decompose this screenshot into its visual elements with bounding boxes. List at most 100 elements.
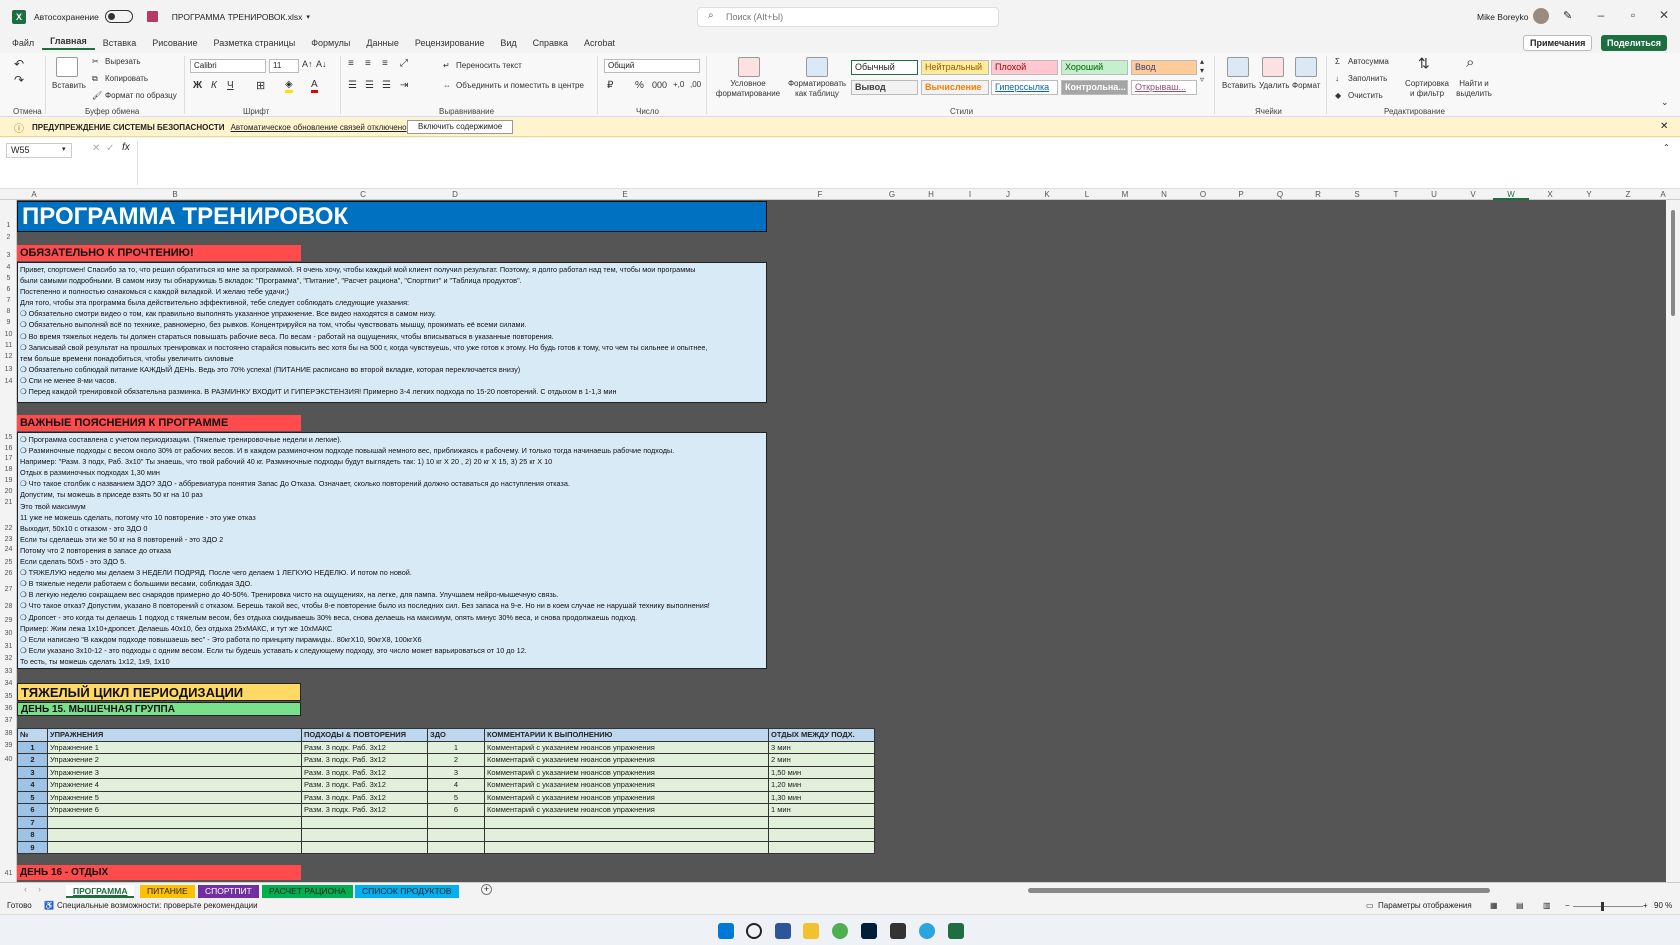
delete-cells-button[interactable]: Удалить: [1259, 81, 1290, 90]
row-header[interactable]: 5: [0, 275, 17, 282]
column-header[interactable]: V: [1467, 189, 1479, 200]
tab-page-layout[interactable]: Разметка страницы: [206, 38, 304, 48]
table-cell[interactable]: Разм. 3 подх. Раб. 3х12: [301, 803, 428, 817]
font-size-select[interactable]: 11: [269, 59, 299, 73]
sheet-tab-nutrition[interactable]: ПИТАНИЕ: [140, 885, 195, 898]
function-icon[interactable]: fx: [122, 142, 130, 153]
table-cell[interactable]: Комментарий с указанием нюансов упражнен…: [484, 753, 769, 767]
merge-center-button[interactable]: ⇔ Объединить и поместить в центре: [443, 81, 584, 91]
table-cell[interactable]: Разм. 3 подх. Раб. 3х12: [301, 753, 428, 767]
column-header[interactable]: T: [1390, 189, 1402, 200]
style-bad[interactable]: Плохой: [991, 60, 1058, 75]
table-row[interactable]: 5 Упражнение 5 Разм. 3 подх. Раб. 3х12 5 Ком…: [17, 790, 875, 804]
normal-view-icon[interactable]: ▦: [1490, 898, 1498, 914]
table-cell[interactable]: 1: [17, 740, 48, 754]
table-cell[interactable]: Разм. 3 подх. Раб. 3х12: [301, 790, 428, 804]
table-cell[interactable]: 5: [17, 790, 48, 804]
row-header[interactable]: 10: [0, 331, 17, 338]
tab-insert[interactable]: Вставка: [95, 38, 144, 48]
row-header[interactable]: 14: [0, 378, 17, 385]
style-neutral[interactable]: Нейтральный: [921, 60, 989, 75]
minimize-icon[interactable]: –: [1591, 8, 1611, 22]
column-header[interactable]: L: [1081, 189, 1093, 200]
vertical-scroll-thumb[interactable]: [1671, 210, 1675, 316]
column-header[interactable]: W: [1493, 189, 1529, 200]
table-cell[interactable]: [301, 840, 428, 854]
row-header[interactable]: 25: [0, 559, 17, 566]
find-select-button[interactable]: Найти и выделить: [1452, 79, 1496, 99]
style-check-cell[interactable]: Контрольна...: [1061, 80, 1128, 95]
row-header[interactable]: 18: [0, 466, 17, 473]
table-row[interactable]: 8: [17, 828, 875, 842]
row-header[interactable]: 15: [0, 434, 17, 441]
row-header[interactable]: 27: [0, 586, 17, 593]
align-top-icon[interactable]: ≡: [348, 58, 354, 69]
status-accessibility[interactable]: Специальные возможности: проверьте реком…: [57, 898, 258, 914]
row-header[interactable]: 19: [0, 477, 17, 484]
column-header[interactable]: B: [169, 189, 181, 200]
table-cell[interactable]: 5: [427, 790, 485, 804]
warning-message[interactable]: Автоматическое обновление связей отключе…: [231, 123, 407, 132]
column-header[interactable]: Q: [1274, 189, 1286, 200]
table-cell[interactable]: Комментарий с указанием нюансов упражнен…: [484, 765, 769, 779]
column-header[interactable]: C: [357, 189, 369, 200]
table-cell[interactable]: Упражнение 5: [47, 790, 302, 804]
col-number[interactable]: №: [17, 728, 48, 742]
table-row[interactable]: 9: [17, 840, 875, 854]
row-header[interactable]: 13: [0, 366, 17, 373]
davinci-icon[interactable]: [890, 923, 906, 939]
table-row[interactable]: 2 Упражнение 2 Разм. 3 подх. Раб. 3х12 2 Ком…: [17, 753, 875, 767]
avatar[interactable]: [1533, 8, 1549, 24]
conditional-format-button[interactable]: Условное форматирование: [712, 79, 784, 99]
table-cell[interactable]: Комментарий с указанием нюансов упражнен…: [484, 740, 769, 754]
row-header[interactable]: 22: [0, 525, 17, 532]
tab-data[interactable]: Данные: [358, 38, 407, 48]
vertical-scrollbar[interactable]: [1666, 200, 1680, 882]
row-header[interactable]: 7: [0, 297, 17, 304]
table-cell[interactable]: Комментарий с указанием нюансов упражнен…: [484, 803, 769, 817]
row-header[interactable]: 8: [0, 308, 17, 315]
table-cell[interactable]: Комментарий с указанием нюансов упражнен…: [484, 778, 769, 792]
tab-help[interactable]: Справка: [525, 38, 576, 48]
table-cell[interactable]: [427, 840, 485, 854]
autosave-toggle[interactable]: [104, 10, 133, 23]
style-input[interactable]: Ввод: [1131, 60, 1197, 75]
cancel-icon[interactable]: ✕: [92, 143, 100, 154]
row-header[interactable]: 37: [0, 717, 17, 724]
font-name-select[interactable]: Calibri: [190, 59, 266, 73]
column-header[interactable]: E: [619, 189, 631, 200]
table-row[interactable]: 6 Упражнение 6 Разм. 3 подх. Раб. 3х12 6 Ком…: [17, 803, 875, 817]
pen-icon[interactable]: ✎: [1563, 9, 1572, 22]
photoshop-icon[interactable]: [861, 923, 877, 939]
align-left-icon[interactable]: ☰: [348, 80, 357, 91]
table-cell[interactable]: 1: [427, 740, 485, 754]
zoom-slider-thumb[interactable]: [1601, 902, 1604, 911]
table-cell[interactable]: [768, 815, 875, 829]
table-cell[interactable]: 1,30 мин: [768, 790, 875, 804]
expand-formula-icon[interactable]: ⌃: [1663, 143, 1670, 152]
insert-cells-icon[interactable]: [1227, 57, 1249, 77]
align-bottom-icon[interactable]: ≡: [382, 58, 388, 69]
column-header[interactable]: G: [886, 189, 898, 200]
row-header[interactable]: 38: [0, 730, 17, 737]
column-header[interactable]: M: [1119, 189, 1131, 200]
table-cell[interactable]: Упражнение 6: [47, 803, 302, 817]
column-header[interactable]: R: [1312, 189, 1324, 200]
row-header[interactable]: 3: [0, 252, 17, 259]
workout-table[interactable]: № УПРАЖНЕНИЯ ПОДХОДЫ & ПОВТОРЕНИЯ ЗДО КО…: [17, 728, 875, 854]
tab-draw[interactable]: Рисование: [144, 38, 205, 48]
column-header[interactable]: S: [1351, 189, 1363, 200]
table-cell[interactable]: 3 мин: [768, 740, 875, 754]
display-settings[interactable]: Параметры отображения: [1378, 898, 1472, 914]
zoom-slider[interactable]: [1573, 906, 1643, 907]
delete-cells-icon[interactable]: [1262, 57, 1284, 77]
row-header[interactable]: 33: [0, 668, 17, 675]
chevron-down-icon[interactable]: ▾: [306, 13, 310, 21]
borders-icon[interactable]: ⊞: [256, 79, 265, 92]
table-cell[interactable]: 3: [17, 765, 48, 779]
clear-button[interactable]: ◆ Очистить: [1335, 91, 1383, 101]
tab-file[interactable]: Файл: [4, 38, 42, 48]
row-header[interactable]: 6: [0, 286, 17, 293]
column-header[interactable]: U: [1428, 189, 1440, 200]
table-cell[interactable]: [301, 828, 428, 842]
